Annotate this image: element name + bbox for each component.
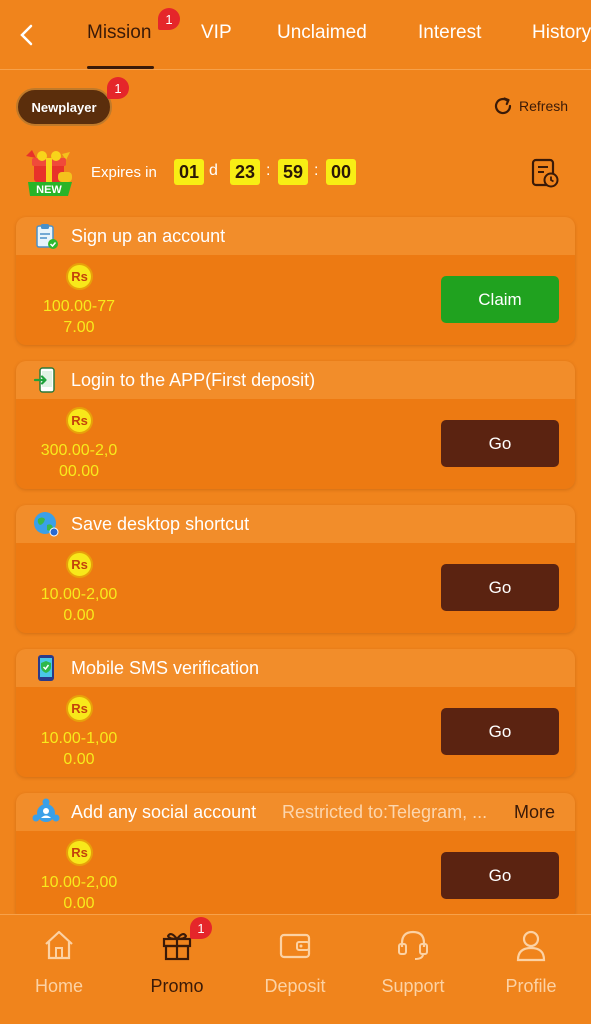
go-button[interactable]: Go [441, 708, 559, 755]
reward-line: 0.00 [63, 895, 95, 912]
task-restriction: Restricted to:Telegram, ... [282, 802, 488, 822]
reward-line: 7.00 [63, 319, 95, 336]
go-button[interactable]: Go [441, 564, 559, 611]
reward-line: 0.00 [63, 751, 95, 768]
nav-profile[interactable]: Profile [472, 915, 590, 1024]
reward-line: 100.00-77 [42, 298, 116, 315]
countdown-seconds: 00 [326, 159, 356, 185]
reward-line: 0.00 [63, 607, 95, 624]
back-button[interactable] [12, 20, 42, 50]
user-icon [516, 930, 546, 962]
task-card: Sign up an account Rs 100.00-77 7.00 Cla… [16, 217, 575, 345]
task-reward: 100.00-77 7.00 [26, 296, 132, 338]
nav-label: Deposit [264, 976, 326, 996]
refresh-button[interactable]: Refresh [492, 95, 568, 117]
social-icon [32, 798, 60, 822]
nav-label: Promo [150, 976, 204, 996]
tab-history[interactable]: History [532, 22, 591, 44]
rupee-coin-icon: Rs [66, 695, 93, 722]
nav-deposit[interactable]: Deposit [236, 915, 354, 1024]
newplayer-chip[interactable]: Newplayer [16, 88, 112, 126]
task-card: Login to the APP(First deposit) Rs 300.0… [16, 361, 575, 489]
new-label: NEW [36, 184, 62, 196]
reward-line: 10.00-2,00 [40, 874, 118, 891]
day-unit: d [209, 162, 218, 179]
tab-mission-badge: 1 [158, 8, 180, 30]
time-separator: : [314, 162, 319, 179]
countdown-days: 01 [174, 159, 204, 185]
wallet-icon [279, 933, 311, 959]
reward-line: 10.00-1,00 [40, 730, 118, 747]
tab-unclaimed[interactable]: Unclaimed [277, 22, 367, 44]
countdown-minutes: 59 [278, 159, 308, 185]
task-title: Save desktop shortcut [71, 514, 250, 534]
task-title: Mobile SMS verification [71, 658, 260, 678]
home-icon [45, 930, 73, 960]
tab-mission[interactable]: Mission [87, 22, 151, 44]
task-reward: 10.00-2,00 0.00 [26, 584, 132, 626]
nav-label: Home [34, 976, 83, 996]
rupee-coin-icon: Rs [66, 551, 93, 578]
nav-promo-badge: 1 [190, 917, 212, 939]
phone-shield-icon [38, 655, 54, 681]
nav-promo[interactable]: Promo [118, 915, 236, 1024]
bottom-navigation: Home Promo 1 Deposit Support Profile [0, 914, 591, 1024]
headset-icon [398, 930, 428, 960]
nav-label: Support [381, 976, 445, 996]
time-separator: : [266, 162, 271, 179]
task-card: Add any social account Restricted to:Tel… [16, 793, 575, 921]
task-card: Save desktop shortcut Rs 10.00-2,00 0.00… [16, 505, 575, 633]
refresh-label: Refresh [519, 98, 569, 114]
task-title: Add any social account [71, 802, 257, 822]
tab-interest[interactable]: Interest [418, 22, 481, 44]
rupee-coin-icon: Rs [66, 263, 93, 290]
task-title: Sign up an account [71, 226, 226, 246]
active-tab-indicator [87, 66, 154, 69]
newplayer-label: Newplayer [31, 99, 97, 115]
go-button[interactable]: Go [441, 420, 559, 467]
task-reward: 10.00-1,00 0.00 [26, 728, 132, 770]
rupee-coin-icon: Rs [66, 407, 93, 434]
globe-icon [34, 512, 59, 537]
nav-home[interactable]: Home [0, 915, 118, 1024]
task-reward: 10.00-2,00 0.00 [26, 872, 132, 914]
task-title: Login to the APP(First deposit) [71, 370, 316, 390]
nav-support[interactable]: Support [354, 915, 472, 1024]
reward-line: 300.00-2,0 [40, 442, 118, 459]
tab-vip[interactable]: VIP [201, 22, 232, 44]
go-button[interactable]: Go [441, 852, 559, 899]
phone-login-icon [33, 367, 55, 393]
clipboard-check-icon [36, 224, 58, 249]
chevron-left-icon [20, 24, 33, 46]
newplayer-badge: 1 [107, 77, 129, 99]
new-gift-icon: NEW [26, 150, 72, 196]
task-reward: 300.00-2,0 00.00 [26, 440, 132, 482]
expires-label: Expires in [91, 164, 157, 181]
rupee-coin-icon: Rs [66, 839, 93, 866]
claim-button[interactable]: Claim [441, 276, 559, 323]
reward-line: 10.00-2,00 [40, 586, 118, 603]
more-link[interactable]: More [514, 802, 555, 823]
reward-line: 00.00 [58, 463, 100, 480]
refresh-icon [494, 97, 512, 115]
countdown-hours: 23 [230, 159, 260, 185]
task-card: Mobile SMS verification Rs 10.00-1,00 0.… [16, 649, 575, 777]
record-icon[interactable] [530, 157, 560, 189]
nav-label: Profile [505, 976, 557, 996]
